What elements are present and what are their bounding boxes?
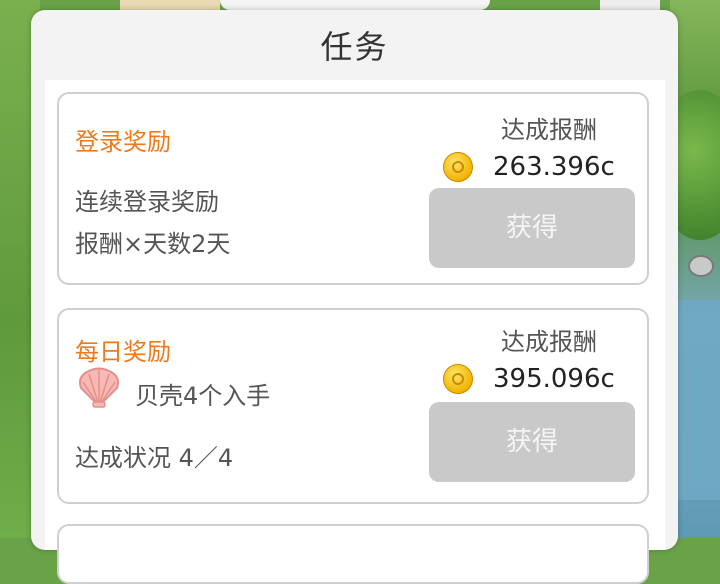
top-info-bar xyxy=(220,0,490,10)
item-text: 贝壳4个入手 xyxy=(135,382,271,410)
task-description: 连续登录奖励 xyxy=(75,188,219,216)
reward-label: 达成报酬 xyxy=(501,328,597,356)
get-reward-button[interactable]: 获得 xyxy=(429,188,635,268)
dialog-title: 任务 xyxy=(320,28,389,66)
reward-amount: 395.096c xyxy=(493,364,615,394)
task-list[interactable]: 登录奖励 连续登录奖励 报酬×天数2天 达成报酬 263.396c 获得 每日奖… xyxy=(45,80,665,584)
task-description: 报酬×天数2天 xyxy=(75,230,231,258)
rock-decoration xyxy=(688,255,714,277)
task-card-daily: 每日奖励 贝壳4个入手 达成状况 4／4 达成报酬 395.096c 获得 xyxy=(57,308,649,504)
top-icon-tile xyxy=(600,0,660,10)
coin-icon xyxy=(443,364,473,394)
task-title: 登录奖励 xyxy=(75,128,171,156)
status-text: 达成状况 4／4 xyxy=(75,444,234,472)
task-card-next xyxy=(57,524,649,584)
get-reward-button[interactable]: 获得 xyxy=(429,402,635,482)
task-dialog: 任务 登录奖励 连续登录奖励 报酬×天数2天 达成报酬 263.396c 获得 … xyxy=(31,10,678,584)
coin-icon xyxy=(443,152,473,182)
reward-label: 达成报酬 xyxy=(501,116,597,144)
water-decoration xyxy=(675,300,720,500)
task-card-login: 登录奖励 连续登录奖励 报酬×天数2天 达成报酬 263.396c 获得 xyxy=(57,92,649,285)
reward-amount: 263.396c xyxy=(493,152,615,182)
shell-icon xyxy=(79,367,119,408)
task-title: 每日奖励 xyxy=(75,338,171,366)
